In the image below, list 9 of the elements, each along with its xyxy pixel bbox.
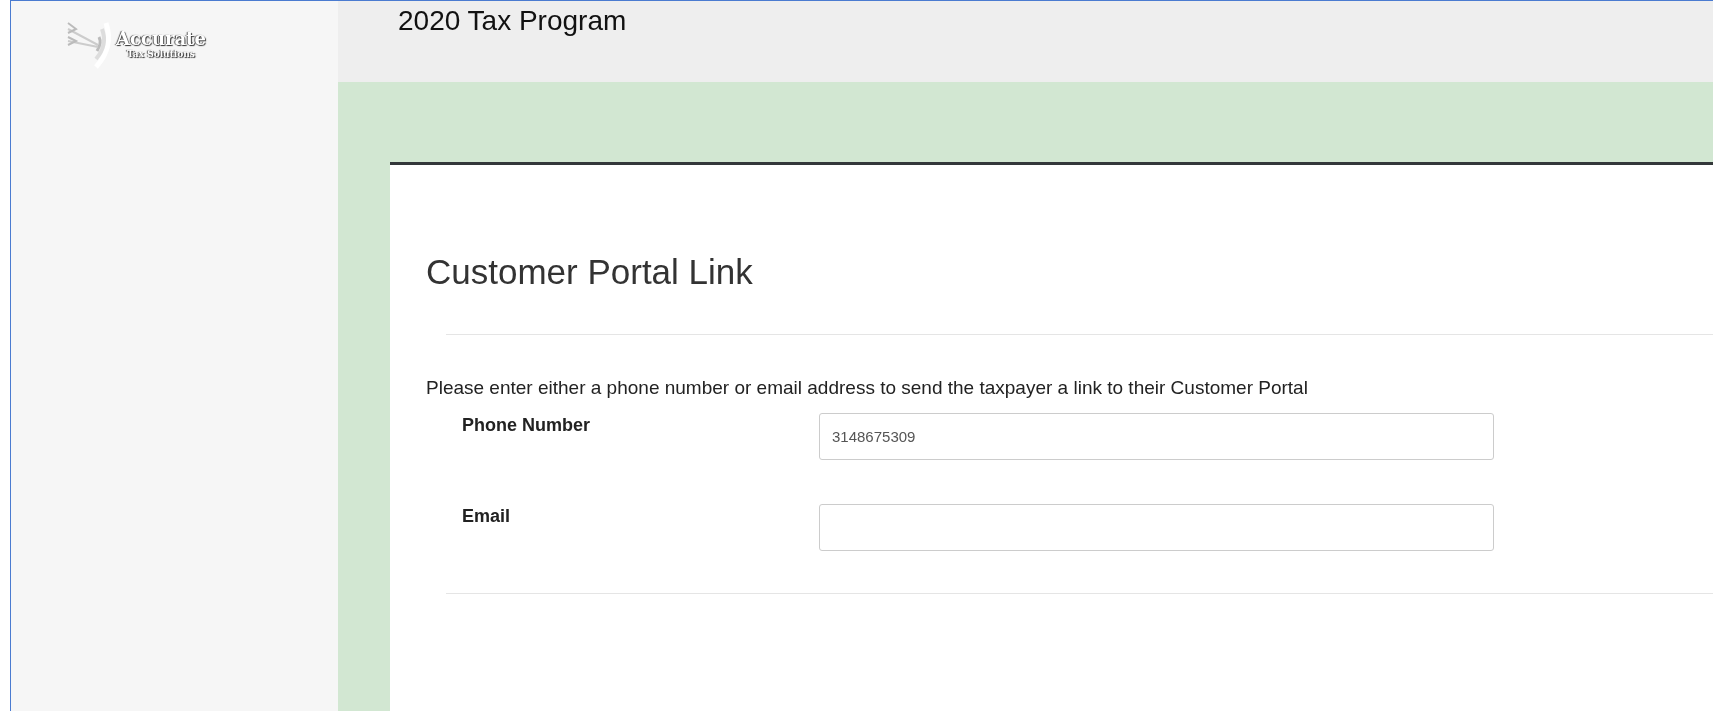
page-title: 2020 Tax Program bbox=[398, 4, 627, 37]
input-field[interactable] bbox=[819, 504, 1494, 551]
field-label: Email bbox=[462, 505, 512, 527]
logo-tagline: Tax Solutions bbox=[127, 49, 195, 59]
instruction-text: Please enter either a phone number or email address to send the taxpayer a link to their Customer Portal bbox=[426, 377, 1309, 399]
field-label: Phone Number bbox=[462, 414, 591, 436]
card-title: Customer Portal Link bbox=[426, 251, 754, 292]
logo-name: Accurate bbox=[116, 29, 206, 49]
input-field[interactable]: 3148675309 bbox=[819, 413, 1494, 460]
